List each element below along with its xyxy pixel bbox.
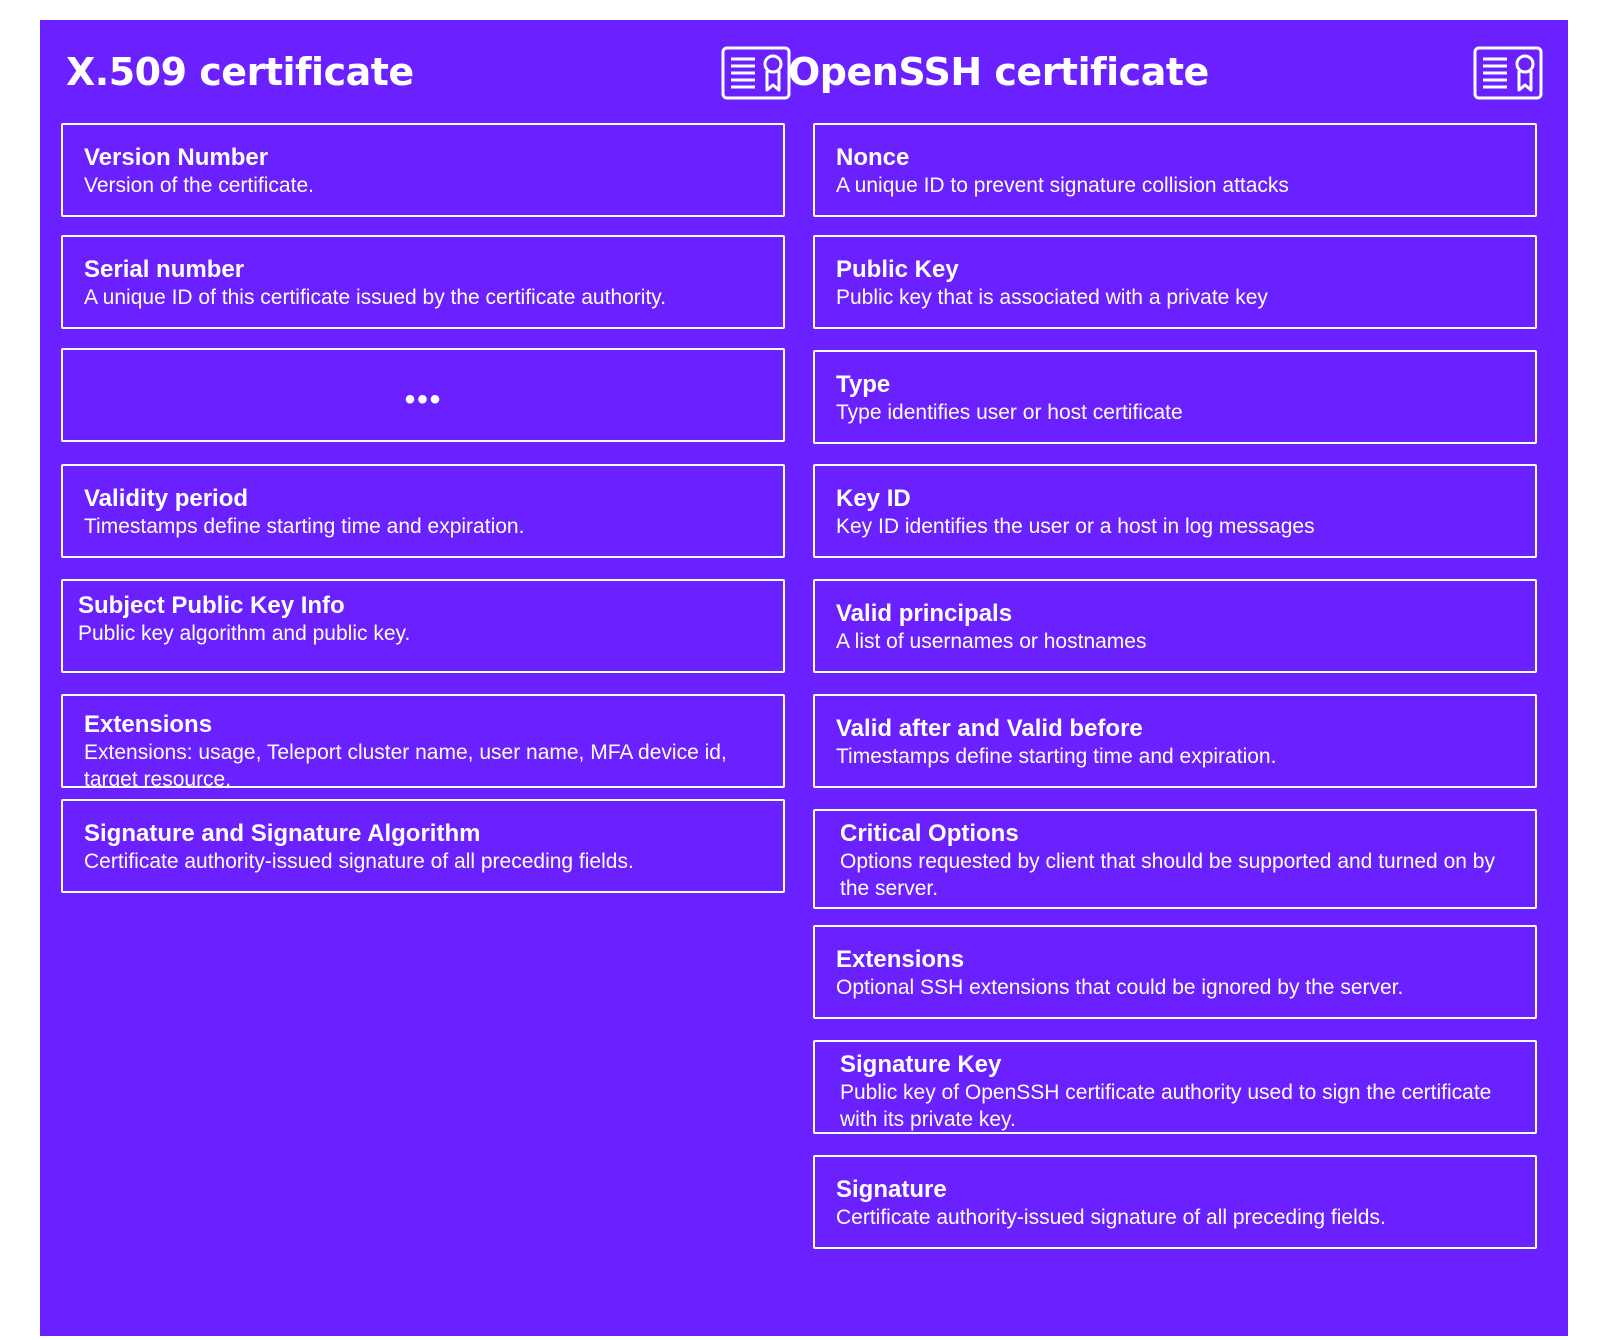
x509-column: X.509 certificate Version Number Version…	[40, 20, 792, 1336]
x509-field-ellipsis: •••	[61, 348, 785, 442]
x509-field-extensions: Extensions Extensions: usage, Teleport c…	[61, 694, 785, 788]
comparison-panel: X.509 certificate Version Number Version…	[40, 20, 1568, 1336]
openssh-field-extensions: Extensions Optional SSH extensions that …	[813, 925, 1537, 1019]
field-description: Certificate authority-issued signature o…	[836, 1206, 1386, 1229]
field-title: Version Number	[84, 144, 269, 171]
openssh-column: OpenSSH certificate Nonce A unique ID to…	[788, 20, 1544, 1336]
ellipsis-text: •••	[404, 383, 443, 416]
field-title: Validity period	[84, 485, 249, 512]
x509-field-serial-number: Serial number A unique ID of this certif…	[61, 235, 785, 329]
field-description: Certificate authority-issued signature o…	[84, 850, 634, 873]
field-title: Valid principals	[836, 600, 1013, 627]
certificate-icon	[1473, 46, 1543, 100]
field-description: Timestamps define starting time and expi…	[836, 745, 1277, 768]
field-description: Key ID identifies the user or a host in …	[836, 515, 1315, 538]
field-title: Public Key	[836, 256, 959, 283]
x509-field-version-number: Version Number Version of the certificat…	[61, 123, 785, 217]
openssh-field-public-key: Public Key Public key that is associated…	[813, 235, 1537, 329]
field-title: Subject Public Key Info	[78, 592, 345, 619]
field-title: Signature	[836, 1176, 947, 1203]
field-description: Options requested by client that should …	[840, 850, 1495, 900]
openssh-field-valid-principals: Valid principals A list of usernames or …	[813, 579, 1537, 673]
field-description: Extensions: usage, Teleport cluster name…	[84, 741, 727, 788]
openssh-field-signature: Signature Certificate authority-issued s…	[813, 1155, 1537, 1249]
openssh-title: OpenSSH certificate	[788, 50, 1209, 94]
field-description: Public key algorithm and public key.	[78, 622, 411, 645]
field-title: Extensions	[84, 711, 213, 738]
field-description: Public key that is associated with a pri…	[836, 286, 1268, 309]
openssh-field-key-id: Key ID Key ID identifies the user or a h…	[813, 464, 1537, 558]
field-title: Extensions	[836, 946, 965, 973]
openssh-field-critical-options: Critical Options Options requested by cl…	[813, 809, 1537, 909]
x509-title: X.509 certificate	[66, 50, 414, 94]
field-title: Signature and Signature Algorithm	[84, 820, 481, 847]
certificate-icon	[721, 46, 791, 100]
field-title: Nonce	[836, 144, 910, 171]
field-title: Key ID	[836, 485, 911, 512]
openssh-field-nonce: Nonce A unique ID to prevent signature c…	[813, 123, 1537, 217]
openssh-field-type: Type Type identifies user or host certif…	[813, 350, 1537, 444]
field-title: Valid after and Valid before	[836, 715, 1143, 742]
openssh-field-valid-after-before: Valid after and Valid before Timestamps …	[813, 694, 1537, 788]
field-description: A unique ID to prevent signature collisi…	[836, 174, 1289, 197]
x509-field-signature-and-algorithm: Signature and Signature Algorithm Certif…	[61, 799, 785, 893]
x509-field-subject-public-key-info: Subject Public Key Info Public key algor…	[61, 579, 785, 673]
field-description: Optional SSH extensions that could be ig…	[836, 976, 1404, 999]
x509-field-validity-period: Validity period Timestamps define starti…	[61, 464, 785, 558]
field-title: Serial number	[84, 256, 245, 283]
field-description: Public key of OpenSSH certificate author…	[840, 1081, 1492, 1131]
field-description: A list of usernames or hostnames	[836, 630, 1147, 653]
field-description: Timestamps define starting time and expi…	[84, 515, 525, 538]
field-description: Type identifies user or host certificate	[836, 401, 1183, 424]
field-title: Critical Options	[840, 820, 1019, 847]
field-description: Version of the certificate.	[84, 174, 314, 197]
field-title: Signature Key	[840, 1051, 1002, 1078]
field-title: Type	[836, 371, 891, 398]
openssh-field-signature-key: Signature Key Public key of OpenSSH cert…	[813, 1040, 1537, 1134]
field-description: A unique ID of this certificate issued b…	[84, 286, 667, 309]
